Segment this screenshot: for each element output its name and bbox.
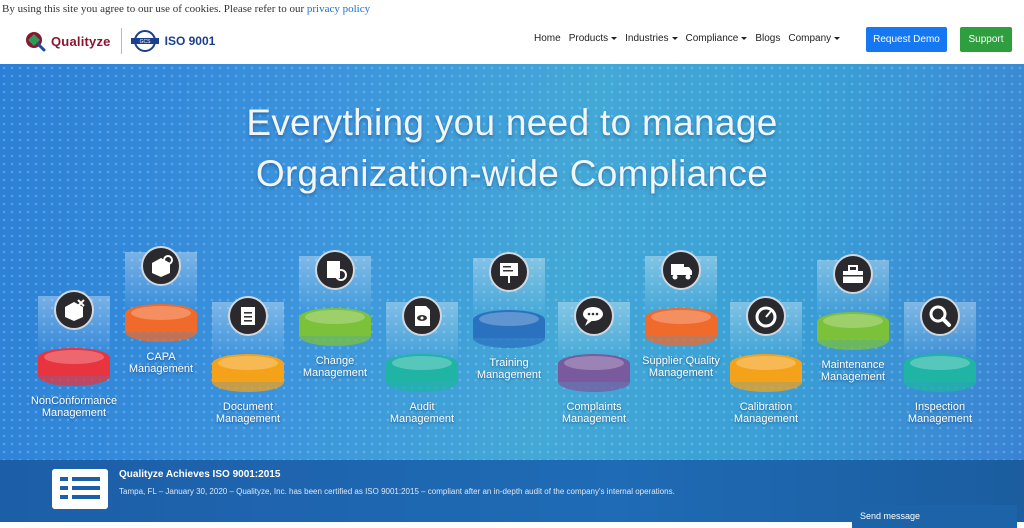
doc-change-icon — [299, 250, 371, 346]
module-label: Inspection Management — [880, 401, 1000, 425]
module-subtitle: Management — [733, 413, 799, 425]
document-icon — [212, 296, 284, 392]
module-title: Document — [222, 401, 274, 413]
request-demo-button[interactable]: Request Demo — [866, 27, 947, 52]
module-capa[interactable]: CAPA Management — [111, 240, 211, 375]
site-header: Qualityze GCS ISO 9001 Home Products Ind… — [0, 18, 1024, 64]
chevron-down-icon — [611, 37, 618, 40]
hero-title-line1: Everything you need to manage — [246, 102, 778, 143]
module-label: Audit Management — [362, 401, 482, 425]
module-change[interactable]: Change Management — [285, 244, 385, 379]
hero-banner: Everything you need to manage Organizati… — [0, 64, 1024, 460]
module-label: Complaints Management — [534, 401, 654, 425]
hero-title-line2: Organization-wide Compliance — [255, 153, 769, 194]
news-summary: Tampa, FL – January 30, 2020 – Qualityze… — [119, 487, 675, 496]
module-title: Audit — [409, 401, 435, 413]
module-subtitle: Management — [215, 413, 281, 425]
cookie-notice: By using this site you agree to our use … — [0, 0, 1024, 18]
chevron-down-icon — [741, 37, 748, 40]
module-label: Calibration Management — [706, 401, 826, 425]
iso-label: ISO 9001 — [164, 34, 216, 48]
send-message-button[interactable]: Send message — [852, 505, 1017, 528]
nav-compliance[interactable]: Compliance — [686, 33, 748, 44]
nav-compliance-label: Compliance — [685, 33, 739, 44]
nav-blogs[interactable]: Blogs — [755, 33, 780, 44]
box-x-icon — [38, 290, 110, 386]
module-subtitle: Management — [389, 413, 455, 425]
module-label: NonConformance Management — [14, 395, 134, 419]
privacy-policy-link[interactable]: privacy policy — [307, 3, 370, 15]
module-nonconformance[interactable]: NonConformance Management — [24, 284, 124, 419]
module-maintenance[interactable]: Maintenance Management — [803, 248, 903, 383]
box-refresh-icon — [125, 246, 197, 342]
nav-industries-label: Industries — [625, 33, 669, 44]
main-nav: Home Products Industries Compliance Blog… — [534, 33, 848, 44]
news-headline[interactable]: Qualityze Achieves ISO 9001:2015 — [119, 469, 280, 480]
module-document[interactable]: Document Management — [198, 290, 298, 425]
module-audit[interactable]: Audit Management — [372, 290, 472, 425]
module-inspection[interactable]: Inspection Management — [890, 290, 990, 425]
module-title: Complaints — [566, 401, 622, 413]
magnifier-icon — [904, 296, 976, 392]
module-title: Inspection — [914, 401, 966, 413]
module-subtitle: Management — [907, 413, 973, 425]
eye-doc-icon — [386, 296, 458, 392]
nav-industries[interactable]: Industries — [625, 33, 678, 44]
brand-name: Qualityze — [51, 33, 111, 49]
module-subtitle: Management — [561, 413, 627, 425]
nav-blogs-label: Blogs — [755, 33, 781, 44]
logo-divider — [120, 28, 122, 54]
module-complaints[interactable]: Complaints Management — [544, 290, 644, 425]
nav-home[interactable]: Home — [534, 33, 561, 44]
nav-company-label: Company — [788, 33, 832, 44]
brand-logo[interactable]: Qualityze GCS ISO 9001 — [24, 28, 215, 54]
nav-products-label: Products — [568, 33, 609, 44]
cookie-text: By using this site you agree to our use … — [2, 3, 307, 15]
module-label: Document Management — [188, 401, 308, 425]
qualityze-logo-icon — [26, 32, 46, 52]
module-title: Calibration — [739, 401, 793, 413]
module-subtitle: Management — [41, 407, 107, 419]
chevron-down-icon — [671, 37, 678, 40]
svg-text:GCS: GCS — [139, 39, 151, 45]
nav-products[interactable]: Products — [568, 33, 618, 44]
toolbox-icon — [817, 254, 889, 350]
iso-badge-icon: GCS — [130, 30, 159, 52]
newspaper-icon — [52, 469, 108, 509]
support-button[interactable]: Support — [960, 27, 1012, 52]
nav-home-label: Home — [534, 33, 561, 44]
module-title: NonConformance — [30, 395, 118, 407]
gauge-icon — [730, 296, 802, 392]
nav-company[interactable]: Company — [788, 33, 841, 44]
module-calibration[interactable]: Calibration Management — [716, 290, 816, 425]
chevron-down-icon — [834, 37, 841, 40]
chat-icon — [558, 296, 630, 392]
